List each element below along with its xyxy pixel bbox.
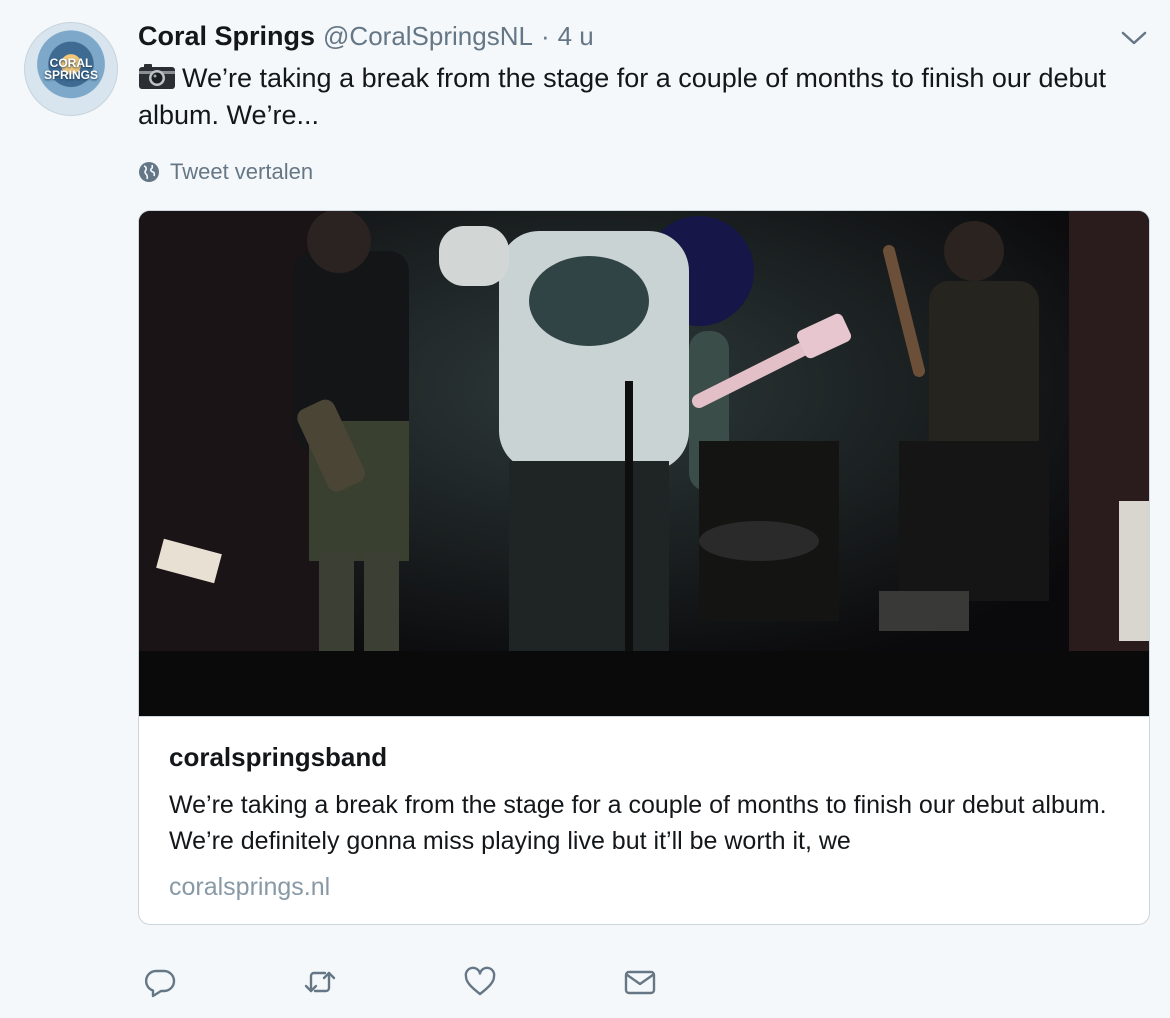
camera-icon [139,64,175,89]
separator-dot: · [540,21,550,51]
card-image[interactable] [139,211,1149,717]
avatar-logo: CORAL SPRINGS [43,56,98,82]
more-options-button[interactable] [1120,28,1148,48]
retweet-icon [304,971,336,993]
translate-tweet-link[interactable]: Tweet vertalen [138,158,313,186]
translate-label: Tweet vertalen [170,159,314,184]
card-domain: coralsprings.nl [169,873,331,901]
envelope-icon [624,970,656,995]
tweet-timestamp[interactable]: 4 u [558,21,594,52]
concert-photo [139,211,1149,716]
chevron-down-icon [1121,31,1147,45]
card-body[interactable]: coralspringsband We’re taking a break fr… [169,741,1119,903]
retweet-button[interactable] [300,962,340,1002]
card-description: We’re taking a break from the stage for … [169,791,1107,855]
tweet-header: Coral Springs @CoralSpringsNL · 4 u [138,21,594,53]
reply-icon [144,969,176,998]
reply-button[interactable] [140,962,180,1002]
like-button[interactable] [460,962,500,1002]
tweet-actions [140,962,780,1002]
card-title: coralspringsband [169,742,388,772]
globe-icon [139,162,159,182]
tweet-text-content: We’re taking a break from the stage for … [138,63,1107,130]
tweet-text: We’re taking a break from the stage for … [138,60,1118,134]
author-name[interactable]: Coral Springs [138,21,315,52]
author-handle[interactable]: @CoralSpringsNL [323,21,533,52]
tweet[interactable]: CORAL SPRINGS Coral Springs @CoralSpring… [0,0,1170,1018]
link-card[interactable]: coralspringsband We’re taking a break fr… [138,210,1150,925]
heart-icon [464,966,496,996]
direct-message-button[interactable] [620,962,660,1002]
avatar[interactable]: CORAL SPRINGS [24,22,118,116]
